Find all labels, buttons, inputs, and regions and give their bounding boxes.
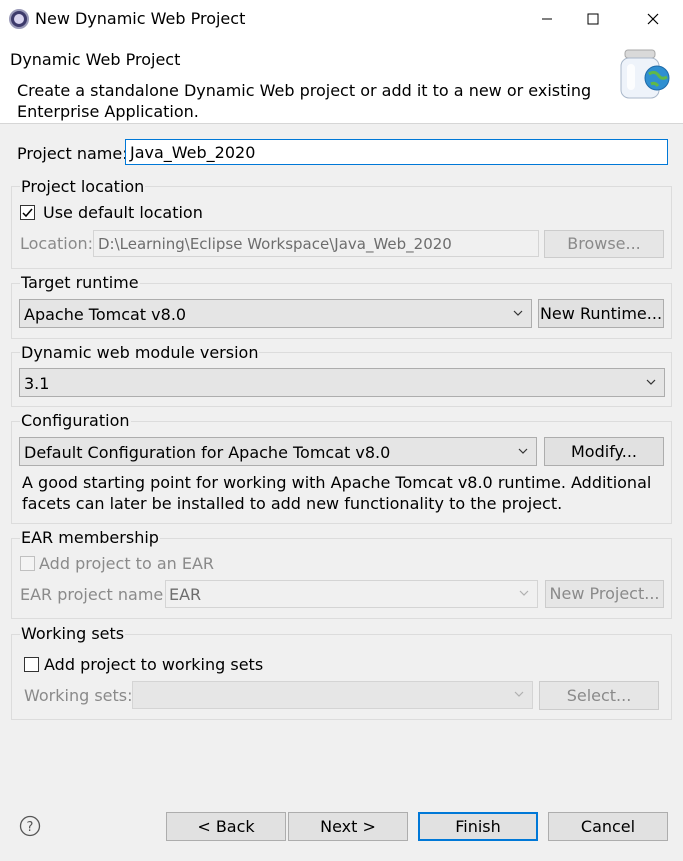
svg-text:?: ? (27, 820, 34, 835)
cancel-button-label: Cancel (580, 816, 636, 836)
add-to-ear-checkbox (20, 556, 35, 571)
project-name-label: Project name: (17, 144, 128, 163)
configuration-group-label: Configuration (20, 411, 131, 430)
maximize-button[interactable] (570, 0, 616, 38)
finish-button[interactable]: Finish (418, 812, 538, 841)
modify-button-label: Modify... (571, 441, 637, 461)
project-name-input[interactable]: Java_Web_2020 (125, 139, 668, 165)
browse-button-label: Browse... (567, 234, 641, 253)
add-to-working-sets-label[interactable]: Add project to working sets (44, 657, 263, 673)
use-default-location-checkbox[interactable] (20, 205, 35, 220)
project-location-group-label: Project location (20, 177, 146, 196)
add-to-ear-label: Add project to an EAR (39, 554, 215, 573)
help-icon: ? (19, 815, 41, 837)
target-runtime-value: Apache Tomcat v8.0 (24, 305, 187, 324)
configuration-description-line1: A good starting point for working with A… (22, 473, 652, 492)
configuration-select[interactable]: Default Configuration for Apache Tomcat … (19, 437, 537, 466)
back-button-label: < Back (197, 816, 255, 836)
page-description-line1: Create a standalone Dynamic Web project … (17, 81, 592, 100)
window-title: New Dynamic Web Project (35, 9, 246, 28)
chevron-down-icon (518, 448, 528, 454)
add-to-working-sets-checkbox[interactable] (24, 657, 39, 672)
new-ear-project-button: New Project... (545, 580, 664, 608)
working-sets-select (132, 681, 533, 709)
eclipse-app-icon (9, 9, 29, 29)
next-button[interactable]: Next > (288, 812, 408, 841)
chevron-down-icon (646, 379, 656, 385)
location-value: D:\Learning\Eclipse Workspace\Java_Web_2… (98, 235, 452, 253)
page-title: Dynamic Web Project (10, 50, 181, 69)
new-runtime-button-label: New Runtime... (539, 303, 663, 323)
modify-button[interactable]: Modify... (544, 437, 664, 466)
chevron-down-icon (519, 590, 529, 596)
location-input: D:\Learning\Eclipse Workspace\Java_Web_2… (93, 230, 539, 257)
project-name-value: Java_Web_2020 (130, 143, 256, 162)
module-version-group-label: Dynamic web module version (20, 343, 260, 362)
chevron-down-icon (514, 691, 524, 697)
working-sets-group-label: Working sets (20, 624, 126, 643)
select-working-sets-button-label: Select... (566, 685, 632, 705)
close-button[interactable] (630, 0, 676, 38)
ear-project-name-label: EAR project name: (20, 585, 169, 604)
chevron-down-icon (513, 310, 523, 316)
ear-project-name-select: EAR (165, 580, 538, 608)
minimize-icon (542, 18, 552, 20)
working-sets-label: Working sets: (24, 686, 133, 705)
checkmark-icon (22, 208, 33, 218)
configuration-value: Default Configuration for Apache Tomcat … (24, 443, 391, 462)
target-runtime-group-label: Target runtime (20, 273, 140, 292)
new-runtime-button[interactable]: New Runtime... (538, 299, 664, 328)
use-default-location-label[interactable]: Use default location (43, 205, 203, 221)
wizard-header: Dynamic Web Project Create a standalone … (0, 38, 683, 124)
back-button[interactable]: < Back (166, 812, 286, 841)
new-ear-project-button-label: New Project... (549, 584, 660, 603)
select-working-sets-button: Select... (539, 681, 659, 710)
maximize-icon (587, 13, 599, 25)
browse-button: Browse... (544, 230, 664, 258)
title-bar: New Dynamic Web Project (0, 0, 683, 38)
finish-button-label: Finish (455, 816, 501, 836)
cancel-button[interactable]: Cancel (548, 812, 668, 841)
help-button[interactable]: ? (19, 815, 41, 837)
module-version-select[interactable]: 3.1 (19, 368, 665, 397)
web-project-jar-icon (620, 49, 670, 99)
close-icon (647, 13, 659, 25)
ear-membership-group-label: EAR membership (20, 528, 160, 547)
configuration-description-line2: facets can later be installed to add new… (22, 494, 563, 513)
minimize-button[interactable] (524, 0, 570, 38)
location-label: Location: (20, 234, 94, 253)
page-description-line2: Enterprise Application. (17, 102, 199, 121)
ear-project-name-value: EAR (169, 585, 202, 604)
next-button-label: Next > (320, 816, 376, 836)
module-version-value: 3.1 (24, 374, 50, 393)
target-runtime-select[interactable]: Apache Tomcat v8.0 (19, 299, 532, 328)
